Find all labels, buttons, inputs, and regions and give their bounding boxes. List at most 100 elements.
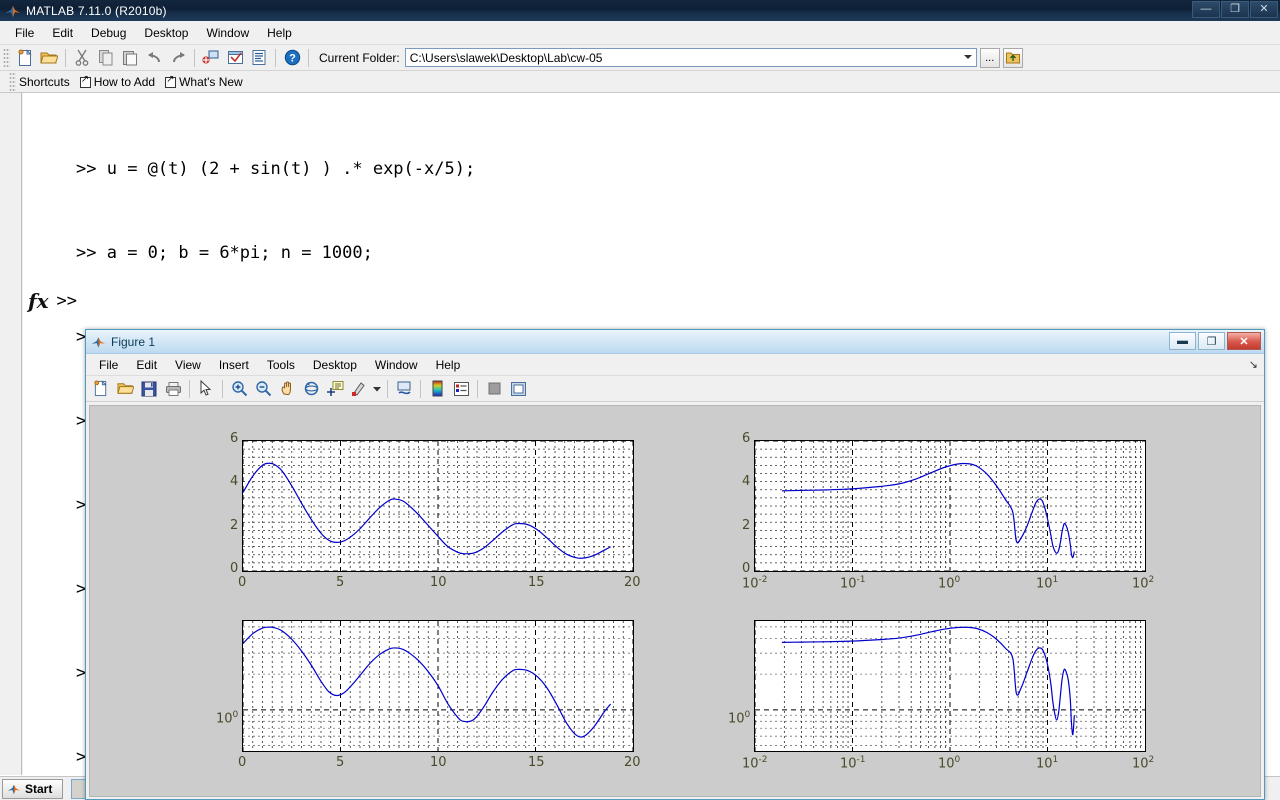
brush-dropdown-icon[interactable] xyxy=(372,378,382,400)
whats-new-link[interactable]: What's New xyxy=(179,75,243,89)
open-file-icon[interactable] xyxy=(114,378,136,400)
minimize-button[interactable]: — xyxy=(1192,1,1220,18)
subplot-221-ytick-6: 6 xyxy=(230,431,239,446)
copy-icon[interactable] xyxy=(95,47,117,69)
subplot-223[interactable]: 100 0 5 10 15 20 xyxy=(216,620,641,780)
subplot-221[interactable]: 6 4 2 0 0 5 10 15 20 xyxy=(230,431,641,600)
data-cursor-icon[interactable] xyxy=(324,378,346,400)
subplot-223-xtick-0: 0 xyxy=(238,755,247,770)
save-figure-icon[interactable] xyxy=(138,378,160,400)
menu-desktop[interactable]: Desktop xyxy=(135,23,197,43)
hide-plot-tools-icon[interactable] xyxy=(483,378,505,400)
subplot-221-axes[interactable] xyxy=(242,440,634,572)
exp: 2 xyxy=(1148,575,1155,585)
subplot-222-ytick-0: 0 xyxy=(742,561,751,576)
toolbar-separator xyxy=(194,48,195,67)
figure-toolbar xyxy=(86,376,1264,402)
svg-text:?: ? xyxy=(289,53,296,65)
show-plot-tools-icon[interactable] xyxy=(507,378,529,400)
subplot-221-xtick-20: 20 xyxy=(624,575,641,590)
new-figure-icon[interactable] xyxy=(90,378,112,400)
command-line: >> u = @(t) (2 + sin(t) ) .* exp(-x/5); xyxy=(76,155,1280,183)
figure-menu-desktop[interactable]: Desktop xyxy=(304,356,366,374)
toolbar-separator xyxy=(189,379,190,398)
profiler-icon[interactable] xyxy=(248,47,270,69)
subplot-223-ytick-1e0: 100 xyxy=(216,710,239,727)
browse-folder-button[interactable]: ... xyxy=(979,47,1000,68)
menu-edit[interactable]: Edit xyxy=(43,23,82,43)
start-button[interactable]: Start xyxy=(2,778,64,799)
exp: 0 xyxy=(954,575,961,585)
start-label: Start xyxy=(25,781,53,796)
dock-figure-icon[interactable]: ↘ xyxy=(1249,358,1258,371)
chevron-down-icon[interactable] xyxy=(963,55,972,59)
new-script-icon[interactable] xyxy=(14,47,36,69)
figure-menu-tools[interactable]: Tools xyxy=(258,356,304,374)
exp: 0 xyxy=(232,710,239,720)
figure-minimize-button[interactable]: ▬ xyxy=(1169,332,1196,350)
figure-menu-window[interactable]: Window xyxy=(366,356,427,374)
legend-icon[interactable] xyxy=(450,378,472,400)
matlab-logo-icon xyxy=(91,335,106,349)
print-icon[interactable] xyxy=(162,378,184,400)
subplot-224-ytick-1e0: 100 xyxy=(728,710,751,727)
subplot-224-xtick-1e-1: 10-1 xyxy=(840,755,866,772)
figure-menu-help[interactable]: Help xyxy=(427,356,470,374)
command-window-gutter xyxy=(0,93,22,775)
up-folder-icon[interactable] xyxy=(1002,47,1023,68)
redo-icon[interactable] xyxy=(167,47,189,69)
figure-close-button[interactable]: ✕ xyxy=(1227,332,1261,350)
shortcuts-label[interactable]: Shortcuts xyxy=(19,75,70,89)
cut-icon[interactable] xyxy=(71,47,93,69)
figure-menu-edit[interactable]: Edit xyxy=(127,356,166,374)
toolbar-separator xyxy=(222,379,223,398)
close-button[interactable]: ✕ xyxy=(1250,1,1278,18)
subplot-222-xtick-1e1: 101 xyxy=(1036,575,1059,592)
simulink-icon[interactable] xyxy=(200,47,222,69)
brush-icon[interactable] xyxy=(348,378,370,400)
zoom-in-icon[interactable] xyxy=(228,378,250,400)
shortcuts-grip[interactable] xyxy=(9,71,16,92)
figure-canvas[interactable]: 6 4 2 0 0 5 10 15 20 6 4 2 0 10-2 10-1 1… xyxy=(89,405,1261,797)
help-icon[interactable]: ? xyxy=(281,47,303,69)
figure-window[interactable]: Figure 1 ▬ ❐ ✕ File Edit View Insert Too… xyxy=(85,329,1265,800)
colorbar-icon[interactable] xyxy=(426,378,448,400)
link-plot-icon[interactable] xyxy=(393,378,415,400)
pan-icon[interactable] xyxy=(276,378,298,400)
subplot-224[interactable]: 100 10-2 10-1 100 101 102 xyxy=(728,620,1154,780)
toolbar-grip[interactable] xyxy=(3,47,10,68)
fx-icon[interactable]: fx xyxy=(28,289,49,313)
subplot-224-xtick-1e1: 101 xyxy=(1036,755,1059,772)
menu-file[interactable]: File xyxy=(6,23,43,43)
figure-menu-view[interactable]: View xyxy=(166,356,210,374)
rotate-3d-icon[interactable] xyxy=(300,378,322,400)
subplot-221-xtick-5: 5 xyxy=(336,575,345,590)
figure-menu-file[interactable]: File xyxy=(90,356,127,374)
menu-help[interactable]: Help xyxy=(258,23,301,43)
restore-button[interactable]: ❐ xyxy=(1221,1,1249,18)
open-file-icon[interactable] xyxy=(38,47,60,69)
figure-restore-button[interactable]: ❐ xyxy=(1198,332,1225,350)
current-folder-label: Current Folder: xyxy=(319,50,400,65)
figure-title: Figure 1 xyxy=(111,334,156,349)
subplot-222[interactable]: 6 4 2 0 10-2 10-1 100 101 102 xyxy=(742,431,1154,600)
exp: 0 xyxy=(954,755,961,765)
pointer-icon[interactable] xyxy=(195,378,217,400)
subplot-223-axes[interactable] xyxy=(242,620,634,752)
menu-debug[interactable]: Debug xyxy=(82,23,135,43)
subplot-222-axes[interactable] xyxy=(754,440,1146,572)
how-to-add-link[interactable]: How to Add xyxy=(94,75,155,89)
exp: -2 xyxy=(758,755,768,765)
subplot-221-ytick-0: 0 xyxy=(230,561,239,576)
zoom-out-icon[interactable] xyxy=(252,378,274,400)
current-folder-combobox[interactable]: C:\Users\slawek\Desktop\Lab\cw-05 xyxy=(404,48,977,67)
subplot-222-xtick-1e2: 102 xyxy=(1132,575,1155,592)
guide-icon[interactable] xyxy=(224,47,246,69)
menu-window[interactable]: Window xyxy=(197,23,258,43)
exp: 0 xyxy=(744,710,751,720)
command-input-row[interactable]: fx >> xyxy=(28,289,77,313)
paste-icon[interactable] xyxy=(119,47,141,69)
undo-icon[interactable] xyxy=(143,47,165,69)
subplot-224-axes[interactable] xyxy=(754,620,1146,752)
figure-menu-insert[interactable]: Insert xyxy=(210,356,258,374)
